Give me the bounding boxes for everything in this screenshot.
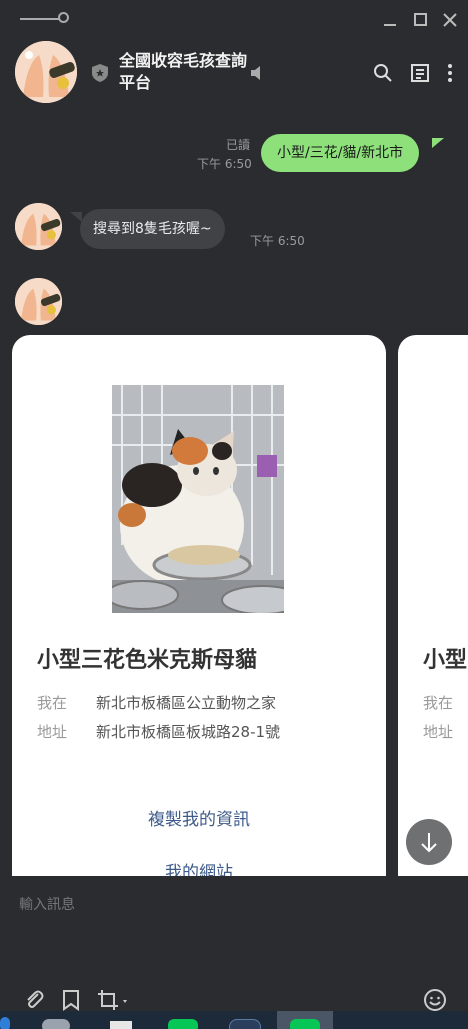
opacity-slider-knob[interactable] bbox=[58, 12, 69, 23]
taskbar-active-app[interactable] bbox=[277, 1011, 333, 1029]
more-options-icon[interactable] bbox=[440, 62, 460, 84]
minimize-icon[interactable] bbox=[380, 10, 400, 30]
pet-card[interactable]: 小型 我在 地址 bbox=[398, 335, 468, 895]
close-icon[interactable] bbox=[440, 10, 460, 30]
taskbar-app-icon[interactable] bbox=[229, 1019, 261, 1029]
search-icon[interactable] bbox=[372, 62, 394, 84]
chat-avatar[interactable] bbox=[15, 41, 77, 103]
taskbar-app-icon[interactable] bbox=[0, 1017, 10, 1029]
notes-icon[interactable] bbox=[409, 62, 431, 84]
arrow-down-icon bbox=[421, 833, 437, 853]
sent-bubble-tail bbox=[432, 138, 444, 148]
scroll-to-bottom-button[interactable] bbox=[406, 819, 452, 865]
location-label: 我在 bbox=[37, 694, 68, 712]
screenshot-crop-icon[interactable] bbox=[96, 988, 132, 1012]
sent-message-bubble[interactable]: 小型/三花/貓/新北市 bbox=[261, 134, 420, 172]
taskbar-app-icon[interactable] bbox=[110, 1021, 132, 1029]
sent-message-time: 下午 6:50 bbox=[197, 157, 252, 171]
sender-avatar[interactable] bbox=[15, 203, 62, 250]
address-label: 地址 bbox=[37, 723, 68, 741]
message-input[interactable]: 輸入訊息 bbox=[19, 894, 75, 914]
os-taskbar bbox=[0, 1011, 468, 1029]
card-title: 小型三花色米克斯母貓 bbox=[37, 648, 258, 673]
received-message-bubble[interactable]: 搜尋到8隻毛孩喔~ bbox=[80, 209, 225, 249]
official-account-shield-icon bbox=[90, 63, 110, 83]
cat-photo[interactable] bbox=[112, 385, 284, 613]
received-bubble-tail bbox=[70, 212, 82, 222]
taskbar-app-icon[interactable] bbox=[42, 1019, 70, 1029]
opacity-slider-track[interactable] bbox=[20, 18, 62, 20]
address-label: 地址 bbox=[423, 723, 454, 741]
address-value: 新北市板橋區板城路28-1號 bbox=[96, 723, 281, 741]
keep-bookmark-icon[interactable] bbox=[60, 988, 82, 1012]
pet-card[interactable]: 小型三花色米克斯母貓 我在 新北市板橋區公立動物之家 地址 新北市板橋區板城路2… bbox=[12, 335, 386, 895]
read-receipt: 已讀 bbox=[226, 138, 251, 152]
emoji-icon[interactable] bbox=[423, 988, 447, 1012]
copy-info-button[interactable]: 複製我的資訊 bbox=[12, 805, 386, 830]
received-message-time: 下午 6:50 bbox=[250, 234, 305, 248]
mute-speaker-icon[interactable] bbox=[248, 62, 270, 84]
card-title: 小型 bbox=[423, 648, 468, 673]
sender-avatar[interactable] bbox=[15, 278, 62, 325]
chat-title: 全國收容毛孩查詢平台 bbox=[119, 51, 248, 92]
line-app-icon bbox=[290, 1019, 320, 1029]
line-app-icon[interactable] bbox=[168, 1019, 198, 1029]
location-label: 我在 bbox=[423, 694, 454, 712]
maximize-icon[interactable] bbox=[410, 10, 430, 30]
attachment-icon[interactable] bbox=[22, 988, 46, 1012]
location-value: 新北市板橋區公立動物之家 bbox=[96, 694, 277, 712]
